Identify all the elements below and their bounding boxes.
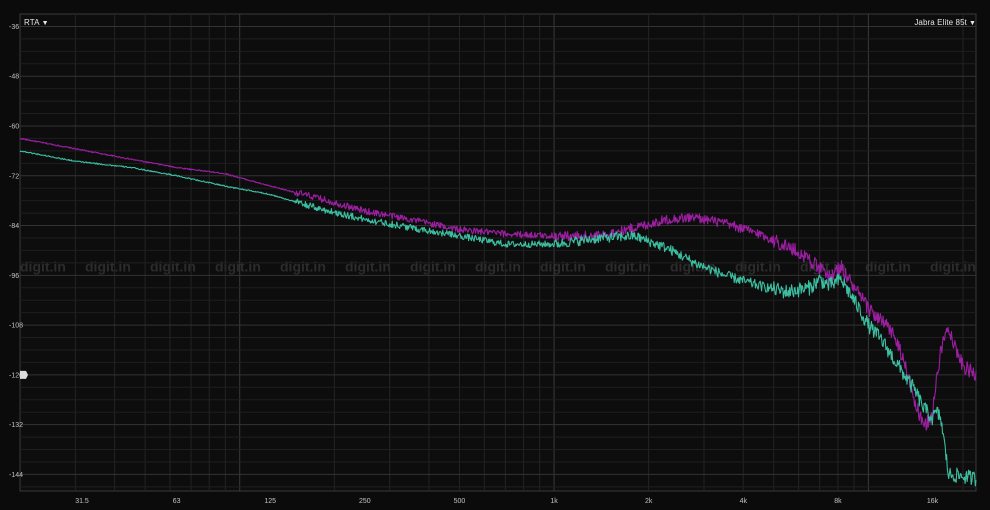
x-tick-label: 125 [264, 498, 276, 505]
y-tick-label: -96 [9, 273, 19, 280]
x-tick-label: 4k [740, 498, 748, 505]
x-tick-label: 16k [927, 498, 939, 505]
watermark-text: digit.in [280, 258, 326, 274]
device-dropdown[interactable]: Jabra Elite 85t ▼ [914, 18, 976, 29]
x-tick-label: 500 [454, 498, 466, 505]
plot-area [19, 13, 977, 492]
x-tick-label: 1k [550, 498, 558, 505]
rta-mode-label: RTA [24, 18, 40, 27]
watermark-text: digit.in [85, 258, 131, 274]
watermark-text: digit.in [865, 258, 911, 274]
device-label: Jabra Elite 85t [914, 18, 967, 27]
x-tick-label: 2k [645, 498, 653, 505]
y-tick-label: -60 [9, 123, 19, 130]
watermark-text: digit.in [345, 258, 391, 274]
watermark-text: digit.in [410, 258, 456, 274]
y-tick-label: -48 [9, 74, 19, 81]
y-tick-label: -36 [9, 24, 19, 31]
watermark-text: digit.in [475, 258, 521, 274]
rta-mode-dropdown[interactable]: RTA ▼ [24, 18, 49, 29]
y-tick-label: -144 [9, 472, 23, 479]
x-tick-label: 31.5 [75, 498, 89, 505]
watermark-text: digit.in [150, 258, 196, 274]
chevron-down-icon: ▼ [41, 20, 49, 27]
watermark-text: digit.in [540, 258, 586, 274]
y-tick-label: -108 [9, 323, 23, 330]
frequency-response-chart: digit.in digit.in digit.in digit.in digit.in… [0, 0, 990, 510]
x-tick-label: 63 [173, 498, 181, 505]
watermark-text: digit.in [215, 258, 261, 274]
watermark-text: digit.in [930, 258, 976, 274]
watermark-text: digit.in [20, 258, 66, 274]
y-tick-label: -72 [9, 173, 19, 180]
x-tick-label: 250 [359, 498, 371, 505]
y-tick-label: -84 [9, 223, 19, 230]
chevron-down-icon: ▼ [968, 20, 976, 27]
y-tick-label: -132 [9, 422, 23, 429]
rta-window: digit.in digit.in digit.in digit.in digit.in… [0, 0, 990, 510]
x-tick-label: 8k [834, 498, 842, 505]
watermark-text: digit.in [605, 258, 651, 274]
